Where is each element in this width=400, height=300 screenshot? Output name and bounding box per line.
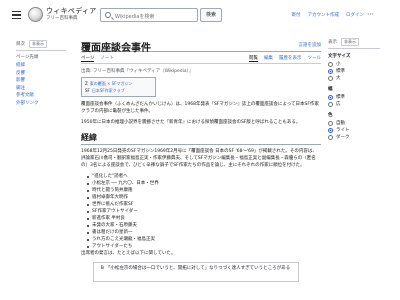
color-heading: 色 bbox=[328, 113, 333, 118]
toc-header: 目次 非表示 bbox=[16, 40, 66, 51]
quote-box: Ｂ 「小松左京の場合は一口でいうと、開拓に対して」なりつづく達人すぎていうところ… bbox=[93, 262, 299, 282]
tab-talk[interactable]: ノート bbox=[100, 55, 114, 62]
radio-button[interactable] bbox=[328, 95, 333, 100]
option-label: ダーク bbox=[336, 135, 350, 140]
bullet-list: "進化した"読者へ 小松左京 ── 九六〇、日本・世界 時代と闘う筒井康隆 眉村… bbox=[87, 173, 321, 250]
appearance-sidebar: 表示 非表示 文字サイズ 小 標準 大 幅 標準 広 色 自動 ライト ダーク bbox=[328, 38, 380, 141]
list-item: うれ方のこえ光瀬龍・福島正実 bbox=[87, 236, 321, 243]
login-link[interactable]: ログイン bbox=[346, 12, 364, 18]
wikipedia-globe-logo[interactable] bbox=[28, 7, 43, 22]
toc-hide-button[interactable]: 非表示 bbox=[29, 40, 47, 48]
hatnote-row[interactable]: Z 東の覆面 × SFマガジン bbox=[85, 80, 152, 87]
radio-button[interactable] bbox=[328, 121, 333, 126]
list-item: 世界に挑んだ作家SF bbox=[87, 201, 321, 208]
menu-icon[interactable] bbox=[12, 11, 21, 19]
radio-button[interactable] bbox=[328, 135, 333, 140]
toc-item[interactable]: 外部リンク bbox=[16, 100, 66, 108]
list-item: アウトサイダーたち bbox=[87, 243, 321, 250]
option-label: 標準 bbox=[336, 95, 345, 100]
option-label: ライト bbox=[336, 128, 350, 133]
add-language-button[interactable]: 言語を追加 bbox=[299, 42, 322, 48]
personal-tools: 寄付 アカウント作成 ログイン bbox=[292, 12, 365, 18]
lead-paragraph-2: 1950年に日本の推理小説界を震撼させた『新青年』における探偵覆面座談会のSF版… bbox=[81, 120, 301, 125]
search-button[interactable]: 検索 bbox=[200, 8, 222, 22]
color-option[interactable]: 自動 bbox=[328, 120, 380, 127]
toc-item[interactable]: 脚注 bbox=[16, 85, 66, 93]
toc-sidebar: 目次 非表示 ページ先頭 経緯 反響 影響 脚注 参考文献 外部リンク bbox=[16, 40, 66, 107]
option-label: 自動 bbox=[336, 121, 345, 126]
donate-link[interactable]: 寄付 bbox=[292, 12, 301, 18]
toc-item[interactable]: 反響 bbox=[16, 70, 66, 78]
list-item: "進化した"読者へ bbox=[87, 173, 321, 180]
hatnote-tag: SF bbox=[85, 88, 90, 93]
article-content: 覆面座談会事件 言語を追加 ページ ノート 閲覧 編集 履歴を表示 ツール 出典… bbox=[81, 34, 321, 282]
tab-history[interactable]: 履歴を表示 bbox=[279, 55, 302, 62]
list-item: 未発の大家・石原藤夫 bbox=[87, 222, 321, 229]
width-option[interactable]: 広 bbox=[328, 101, 380, 108]
width-heading: 幅 bbox=[328, 87, 333, 92]
search-icon bbox=[105, 12, 111, 18]
section-heading: 経緯 bbox=[81, 132, 321, 145]
tab-edit[interactable]: 編集 bbox=[264, 55, 273, 62]
option-label: 小 bbox=[336, 62, 341, 67]
appearance-header: 表示 非表示 bbox=[328, 38, 380, 49]
header: ウィキペディア フリー百科事典 Wikipediaを検索 検索 寄付 アカウント… bbox=[0, 0, 400, 34]
list-item: 新進作家 半村良 bbox=[87, 215, 321, 222]
list-item: 小松左京 ── 九六〇、日本・世界 bbox=[87, 180, 321, 187]
hatnote-link[interactable]: 日本SF作家クラブ bbox=[92, 87, 125, 94]
tab-tools[interactable]: ツール bbox=[308, 55, 322, 62]
radio-button[interactable] bbox=[328, 102, 333, 107]
option-label: 大 bbox=[336, 76, 341, 81]
list-item: SF作家アウトサイダー bbox=[87, 208, 321, 215]
list-item: 書は粗だけの星新一 bbox=[87, 229, 321, 236]
logo-subtitle: フリー百科事典 bbox=[46, 16, 78, 21]
section-paragraph: 1968年12月25日発売のSFマガジン1969年2月号に「覆面座談会 日本のS… bbox=[81, 149, 317, 168]
text-size-option[interactable]: 標準 bbox=[328, 68, 380, 75]
tab-page[interactable]: ページ bbox=[81, 55, 95, 62]
radio-button[interactable] bbox=[328, 76, 333, 81]
option-label: 標準 bbox=[336, 69, 345, 74]
radio-button[interactable] bbox=[328, 128, 333, 133]
tab-read[interactable]: 閲覧 bbox=[249, 55, 258, 62]
toc-top-link[interactable]: ページ先頭 bbox=[16, 54, 66, 60]
hatnote-box: Z 東の覆面 × SFマガジン SF 日本SF作家クラブ bbox=[81, 77, 156, 97]
color-option[interactable]: ライト bbox=[328, 127, 380, 134]
toc-item[interactable]: 参考文献 bbox=[16, 92, 66, 100]
hatnote-tag: Z bbox=[85, 81, 88, 86]
more-options-icon[interactable]: ⋯ bbox=[367, 10, 374, 18]
radio-button[interactable] bbox=[328, 69, 333, 74]
create-account-link[interactable]: アカウント作成 bbox=[308, 12, 340, 18]
closing-paragraph: 出席者の発言は、たとえば以下に関していた。 bbox=[81, 251, 176, 256]
appearance-hide-button[interactable]: 非表示 bbox=[341, 38, 359, 46]
option-label: 広 bbox=[336, 102, 341, 107]
list-item: 眉村卓御年大明作 bbox=[87, 194, 321, 201]
radio-button[interactable] bbox=[328, 62, 333, 67]
text-size-option[interactable]: 小 bbox=[328, 61, 380, 68]
list-item: 時代と闘う筒井康隆 bbox=[87, 187, 321, 194]
toc-item[interactable]: 影響 bbox=[16, 77, 66, 85]
text-size-option[interactable]: 大 bbox=[328, 75, 380, 82]
hatnote-row[interactable]: SF 日本SF作家クラブ bbox=[85, 87, 152, 94]
color-option[interactable]: ダーク bbox=[328, 134, 380, 141]
text-size-heading: 文字サイズ bbox=[328, 54, 351, 59]
width-option[interactable]: 標準 bbox=[328, 94, 380, 101]
search-placeholder: Wikipediaを検索 bbox=[115, 13, 155, 20]
lead-paragraph: 覆面座談会事件（ふくめんざだんかいじけん）は、1968年発表『SFマガジン』誌上… bbox=[81, 102, 319, 114]
toc-title: 目次 bbox=[16, 42, 25, 47]
hatnote-link[interactable]: 東の覆面 × SFマガジン bbox=[90, 80, 133, 87]
source-note: 出典: フリー百科事典『ウィキペディア（Wikipedia）』 bbox=[81, 69, 194, 74]
page-tabs: ページ ノート 閲覧 編集 履歴を表示 ツール bbox=[81, 52, 321, 64]
search-input[interactable]: Wikipediaを検索 bbox=[100, 8, 198, 22]
title-row: 覆面座談会事件 言語を追加 bbox=[81, 34, 322, 54]
toc-item[interactable]: 経緯 bbox=[16, 62, 66, 70]
appearance-title: 表示 bbox=[328, 40, 337, 45]
